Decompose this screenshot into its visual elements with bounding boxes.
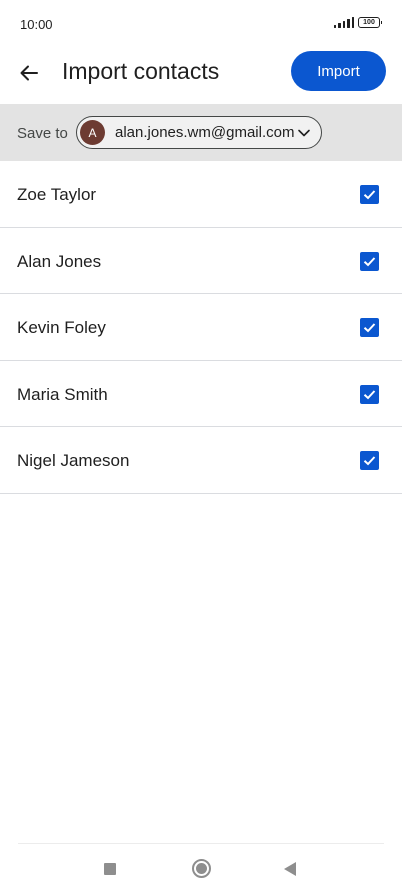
page-title: Import contacts bbox=[62, 58, 220, 84]
contact-list: Zoe Taylor Alan Jones Kevin Foley Maria … bbox=[0, 161, 402, 494]
avatar: A bbox=[80, 120, 105, 145]
contact-checkbox[interactable] bbox=[360, 251, 379, 271]
check-icon bbox=[363, 256, 376, 266]
contact-row[interactable]: Alan Jones bbox=[0, 228, 402, 294]
save-to-label: Save to bbox=[17, 125, 68, 142]
contact-row[interactable]: Maria Smith bbox=[0, 361, 402, 427]
contact-checkbox[interactable] bbox=[360, 451, 379, 470]
status-time: 10:00 bbox=[20, 17, 53, 32]
check-icon bbox=[363, 389, 376, 399]
contact-row[interactable]: Zoe Taylor bbox=[0, 161, 402, 228]
contact-name: Nigel Jameson bbox=[17, 451, 130, 470]
contact-name: Maria Smith bbox=[17, 384, 108, 404]
check-icon bbox=[363, 323, 376, 333]
system-nav-bar bbox=[0, 843, 402, 893]
back-icon[interactable] bbox=[284, 862, 296, 876]
battery-icon: 100 bbox=[358, 17, 382, 28]
check-icon bbox=[363, 190, 376, 200]
chevron-down-icon bbox=[298, 129, 310, 137]
contact-checkbox[interactable] bbox=[360, 318, 379, 337]
status-icons: 100 bbox=[333, 17, 382, 28]
recents-icon[interactable] bbox=[104, 863, 116, 875]
contact-name: Kevin Foley bbox=[17, 318, 106, 337]
import-button[interactable]: Import bbox=[291, 51, 386, 91]
check-icon bbox=[363, 456, 376, 466]
contact-checkbox[interactable] bbox=[360, 185, 379, 204]
account-email: alan.jones.wm@gmail.com bbox=[115, 124, 295, 141]
contact-row[interactable]: Kevin Foley bbox=[0, 294, 402, 361]
app-bar: Import contacts Import bbox=[0, 48, 402, 104]
nav-divider bbox=[18, 843, 384, 844]
save-to-bar: Save to A alan.jones.wm@gmail.com bbox=[0, 104, 402, 161]
contact-row[interactable]: Nigel Jameson bbox=[0, 427, 402, 494]
contact-name: Alan Jones bbox=[17, 251, 102, 271]
home-icon[interactable] bbox=[192, 859, 211, 878]
arrow-back-icon bbox=[20, 65, 38, 81]
contact-checkbox[interactable] bbox=[360, 384, 379, 404]
account-selector[interactable]: A alan.jones.wm@gmail.com bbox=[76, 116, 322, 149]
signal-icon bbox=[333, 17, 354, 28]
status-bar: 10:00 100 bbox=[0, 0, 402, 48]
back-button[interactable] bbox=[14, 58, 44, 88]
contact-name: Zoe Taylor bbox=[17, 185, 97, 204]
